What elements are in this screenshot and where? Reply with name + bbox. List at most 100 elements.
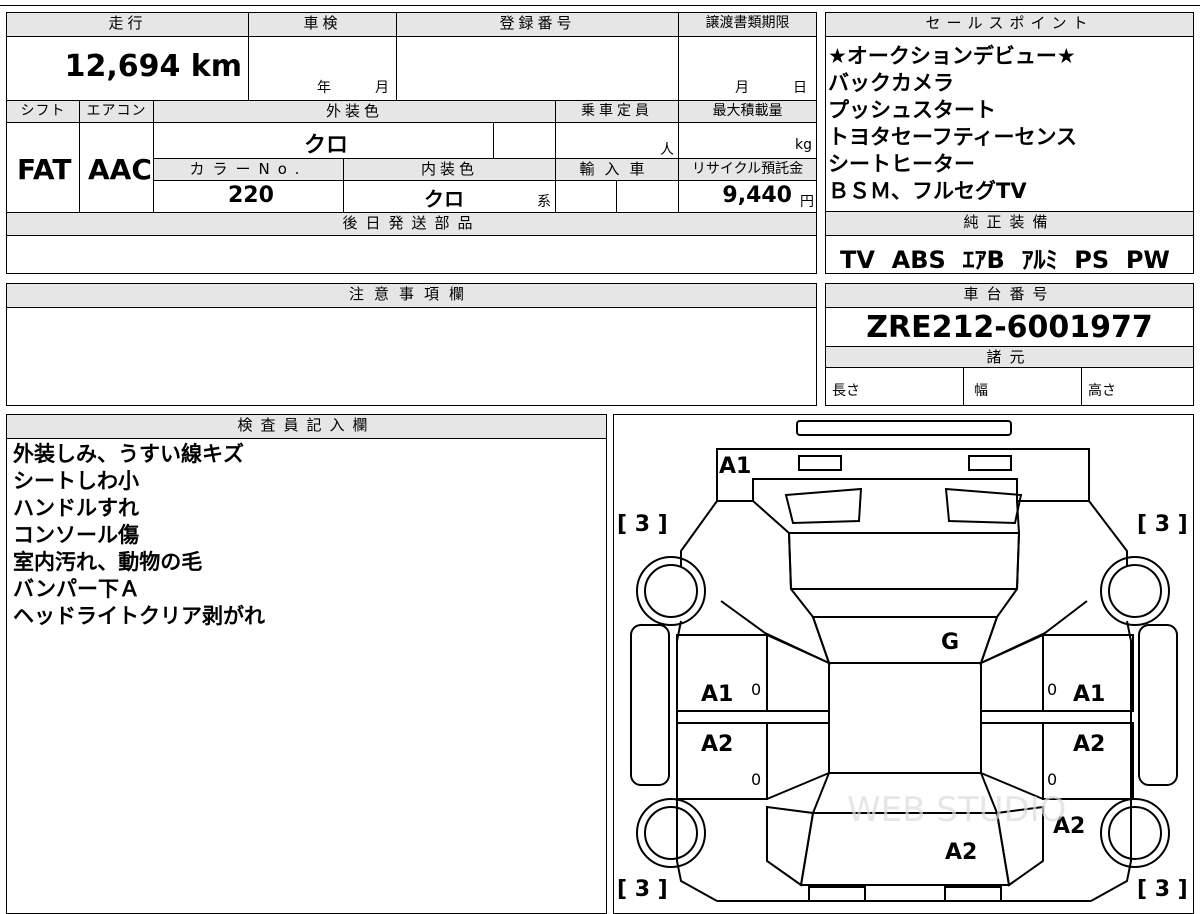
vehicle-info-table: 走行 車検 登録番号 譲渡書類期限 12,694 km 年 月 月 日 シフト … bbox=[6, 12, 817, 274]
tire-rear-right-shape bbox=[1100, 798, 1170, 868]
label-roof: G bbox=[941, 630, 959, 655]
rear-plate-shape bbox=[808, 886, 866, 902]
import-cell-b bbox=[617, 181, 679, 213]
recycle-unit: 円 bbox=[800, 194, 814, 210]
exterior-color-value: クロ bbox=[304, 133, 349, 158]
chassis-number: ZRE212-6001977 bbox=[866, 310, 1153, 345]
car-diagram-box: A1 [ 3 ] [ 3 ] [ 3 ] [ 3 ] G A1 A1 A2 A2… bbox=[613, 414, 1194, 914]
transfer-deadline-header: 譲渡書類期限 bbox=[679, 13, 816, 37]
equipment-header: 純正装備 bbox=[826, 212, 1193, 236]
label-zero-fr: 0 bbox=[1047, 680, 1057, 699]
transfer-day-label: 日 bbox=[793, 80, 807, 96]
notes-box: 注意事項欄 bbox=[6, 283, 817, 406]
label-trunk: A2 bbox=[945, 840, 977, 865]
import-header: 輸入車 bbox=[556, 159, 679, 181]
mileage-header: 走行 bbox=[7, 13, 249, 37]
shaken-header: 車検 bbox=[249, 13, 397, 37]
sales-point: ＢＳＭ、フルセグTV bbox=[828, 179, 1027, 203]
fog-light-left-shape bbox=[798, 455, 842, 471]
color-no-cell: 220 bbox=[154, 181, 344, 213]
shift-cell: FAT bbox=[7, 123, 80, 213]
maxload-cell: kg bbox=[679, 123, 816, 159]
capacity-header: 乗車定員 bbox=[556, 101, 679, 123]
specs-header: 諸元 bbox=[826, 346, 1193, 368]
side-strip-right bbox=[1138, 624, 1178, 786]
headlight-right-shape bbox=[944, 487, 1023, 525]
inspector-list: 外装しみ、うすい線キズ シートしわ小 ハンドルすれ コンソール傷 室内汚れ、動物… bbox=[13, 441, 265, 630]
hood-shape bbox=[787, 532, 1021, 590]
notes-header: 注意事項欄 bbox=[7, 284, 816, 308]
tire-front-left-inner bbox=[644, 564, 698, 618]
label-zero-rr: 0 bbox=[1047, 770, 1057, 789]
recycle-value: 9,440 bbox=[722, 183, 792, 208]
spec-length-label: 長さ bbox=[832, 383, 860, 399]
inspector-box: 検査員記入欄 外装しみ、うすい線キズ シートしわ小 ハンドルすれ コンソール傷 … bbox=[6, 414, 607, 914]
label-door-fr: A1 bbox=[1073, 682, 1105, 707]
spec-width-cell: 幅 bbox=[964, 368, 1082, 405]
equipment-items: TV ABS ｴｱB ｱﾙﾐ PS PW bbox=[840, 246, 1170, 274]
ac-value: AAC bbox=[88, 153, 152, 186]
capacity-unit: 人 bbox=[660, 142, 674, 158]
label-zero-fl: 0 bbox=[751, 680, 761, 699]
label-tire-tr: [ 3 ] bbox=[1137, 512, 1188, 537]
shaken-cell: 年 月 bbox=[249, 37, 397, 101]
label-tire-tl: [ 3 ] bbox=[617, 512, 668, 537]
shift-header: シフト bbox=[7, 101, 80, 123]
recycle-cell: 9,440 円 bbox=[679, 181, 816, 213]
front-bumper-shape bbox=[716, 448, 1090, 502]
interior-color-cell: クロ 系 bbox=[344, 181, 556, 213]
rear-plate-shape bbox=[944, 886, 1002, 902]
later-parts-header: 後日発送部品 bbox=[7, 213, 816, 236]
spec-width-label: 幅 bbox=[974, 383, 988, 399]
sales-points-box: セールスポイント ★オークションデビュー★ バックカメラ プッシュスタート トヨ… bbox=[825, 12, 1194, 212]
interior-color-header: 内装色 bbox=[344, 159, 556, 181]
shift-value: FAT bbox=[17, 153, 72, 186]
car-diagram: A1 [ 3 ] [ 3 ] [ 3 ] [ 3 ] G A1 A1 A2 A2… bbox=[617, 420, 1188, 902]
maxload-header: 最大積載量 bbox=[679, 101, 816, 123]
transfer-month-label: 月 bbox=[735, 80, 749, 96]
inspector-line: コンソール傷 bbox=[13, 523, 139, 547]
top-strip bbox=[0, 0, 1200, 6]
spec-height-cell: 高さ bbox=[1082, 368, 1193, 405]
inspector-line: 外装しみ、うすい線キズ bbox=[13, 442, 244, 466]
inspector-line: バンパー下Ａ bbox=[13, 577, 141, 601]
inspector-line: シートしわ小 bbox=[13, 469, 139, 493]
label-door-rr: A2 bbox=[1073, 732, 1105, 757]
label-zero-rl: 0 bbox=[751, 770, 761, 789]
shaken-month-label: 月 bbox=[375, 80, 389, 96]
tire-rear-left-shape bbox=[636, 798, 706, 868]
recycle-header: リサイクル預託金 bbox=[679, 159, 816, 181]
registration-cell bbox=[397, 37, 679, 101]
sales-point: ★オークションデビュー★ bbox=[828, 44, 1076, 68]
spec-length-cell: 長さ bbox=[826, 368, 964, 405]
sales-point: バックカメラ bbox=[828, 71, 954, 95]
exterior-color-header: 外装色 bbox=[154, 101, 556, 123]
interior-color-suffix: 系 bbox=[537, 194, 551, 210]
label-tire-bl: [ 3 ] bbox=[617, 877, 668, 902]
chassis-box: 車台番号 ZRE212-6001977 諸元 長さ 幅 高さ bbox=[825, 283, 1194, 406]
tire-rear-left-inner bbox=[644, 806, 698, 860]
label-door-rl: A2 bbox=[701, 732, 733, 757]
later-parts-cell bbox=[7, 236, 816, 273]
tire-rear-right-inner bbox=[1108, 806, 1162, 860]
inspector-line: ハンドルすれ bbox=[13, 496, 139, 520]
inspector-line: 室内汚れ、動物の毛 bbox=[13, 550, 203, 574]
capacity-cell: 人 bbox=[556, 123, 679, 159]
inspector-line: ヘッドライトクリア剥がれ bbox=[13, 604, 265, 628]
label-front-bumper: A1 bbox=[719, 454, 751, 479]
sales-point: トヨタセーフティーセンス bbox=[828, 125, 1078, 149]
import-cell-a bbox=[556, 181, 617, 213]
tire-front-right-shape bbox=[1100, 556, 1170, 626]
label-tire-br: [ 3 ] bbox=[1137, 877, 1188, 902]
maxload-unit: kg bbox=[795, 137, 812, 153]
ac-cell: AAC bbox=[80, 123, 154, 213]
label-door-fl: A1 bbox=[701, 682, 733, 707]
side-strip-left bbox=[630, 624, 670, 786]
quarter-rear-left-shape bbox=[766, 805, 815, 887]
fog-light-right-shape bbox=[968, 455, 1012, 471]
color-no-value: 220 bbox=[228, 183, 274, 208]
equipment-box: 純正装備 TV ABS ｴｱB ｱﾙﾐ PS PW bbox=[825, 212, 1194, 274]
front-grille-shape bbox=[796, 420, 1012, 436]
sales-points-list: ★オークションデビュー★ バックカメラ プッシュスタート トヨタセーフティーセン… bbox=[828, 43, 1077, 205]
sales-point: シートヒーター bbox=[828, 152, 975, 176]
